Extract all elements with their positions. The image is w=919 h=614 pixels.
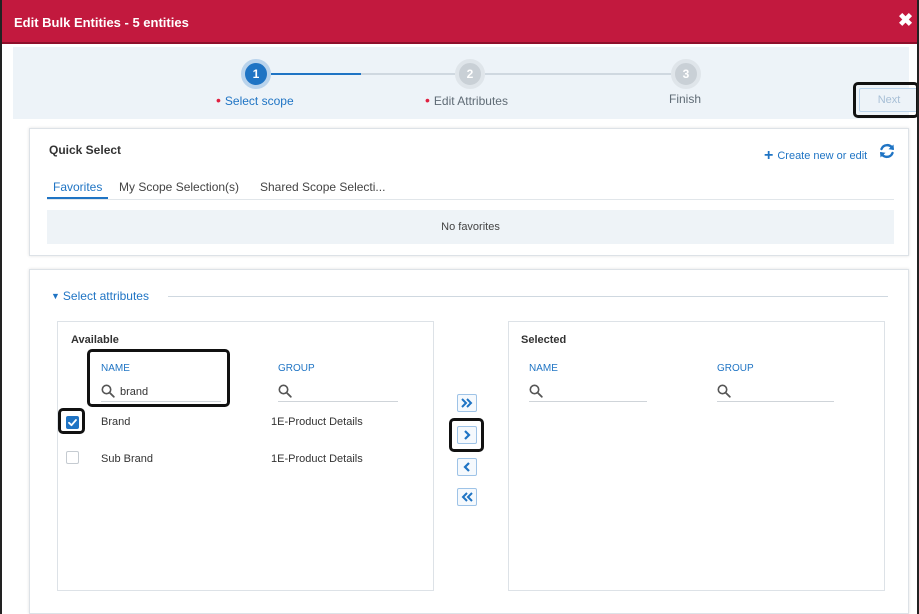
step-1-circle[interactable]: 1 — [241, 59, 271, 89]
row-name-brand[interactable]: Brand — [101, 416, 130, 428]
double-chevron-left-icon — [461, 492, 473, 502]
move-left-button[interactable] — [457, 458, 477, 476]
available-title: Available — [71, 334, 119, 346]
step-3-circle[interactable]: 3 — [671, 59, 701, 89]
selected-list — [508, 321, 885, 591]
section-divider — [168, 296, 888, 297]
search-icon — [101, 384, 115, 398]
available-group-header[interactable]: GROUP — [278, 363, 315, 374]
row-group-brand[interactable]: 1E-Product Details — [271, 416, 363, 428]
quick-select-title: Quick Select — [49, 143, 122, 157]
available-name-search-input[interactable]: brand — [120, 386, 148, 398]
row-checkbox-brand[interactable] — [66, 416, 79, 429]
edit-bulk-entities-dialog: Edit Bulk Entities - 5 entities ✖ 1 2 3 … — [0, 0, 919, 614]
available-name-search-underline — [101, 401, 221, 402]
search-icon — [717, 384, 731, 398]
active-tab-indicator — [47, 197, 108, 199]
caret-down-icon: ▼ — [51, 291, 60, 301]
selected-title: Selected — [521, 334, 567, 346]
required-dot: • — [425, 92, 430, 108]
select-attributes-toggle[interactable]: ▼ Select attributes — [51, 289, 149, 303]
row-checkbox-sub-brand[interactable] — [66, 451, 79, 464]
step-2-label: • Edit Attributes — [425, 92, 508, 108]
tab-divider — [47, 199, 894, 200]
checkmark-icon — [68, 419, 77, 427]
required-dot: • — [216, 92, 221, 108]
selected-group-search-input[interactable] — [717, 401, 834, 402]
no-favorites-message: No favorites — [47, 210, 894, 244]
chevron-left-icon — [463, 462, 470, 472]
step-1-label: • Select scope — [216, 92, 294, 108]
next-button[interactable]: Next — [859, 88, 917, 112]
selected-group-header[interactable]: GROUP — [717, 363, 754, 374]
dialog-title: Edit Bulk Entities - 5 entities — [14, 15, 189, 30]
dialog-header: Edit Bulk Entities - 5 entities ✖ — [2, 0, 917, 44]
create-new-or-edit-link[interactable]: + Create new or edit — [764, 147, 867, 165]
row-group-sub-brand[interactable]: 1E-Product Details — [271, 453, 363, 465]
step-connector-1b — [361, 73, 455, 75]
step-connector-2 — [485, 73, 671, 75]
move-all-right-button[interactable] — [457, 394, 477, 412]
chevron-right-icon — [464, 430, 471, 440]
selected-name-search-input[interactable] — [529, 401, 647, 402]
step-3-label: Finish — [669, 92, 702, 106]
available-group-search-input[interactable] — [278, 401, 398, 402]
tab-favorites[interactable]: Favorites — [53, 180, 102, 194]
search-icon — [278, 384, 292, 398]
move-all-left-button[interactable] — [457, 488, 477, 506]
step-connector-1 — [271, 73, 361, 75]
search-icon — [529, 384, 543, 398]
tab-shared-scope-selections[interactable]: Shared Scope Selecti... — [260, 180, 385, 194]
available-name-header[interactable]: NAME — [101, 363, 130, 374]
refresh-icon[interactable] — [878, 142, 896, 160]
move-right-button[interactable] — [457, 426, 477, 444]
plus-icon: + — [764, 147, 774, 164]
close-icon[interactable]: ✖ — [898, 11, 913, 29]
step-2-circle[interactable]: 2 — [455, 59, 485, 89]
row-name-sub-brand[interactable]: Sub Brand — [101, 453, 153, 465]
selected-name-header[interactable]: NAME — [529, 363, 558, 374]
double-chevron-right-icon — [461, 398, 473, 408]
tab-my-scope-selections[interactable]: My Scope Selection(s) — [119, 180, 239, 194]
